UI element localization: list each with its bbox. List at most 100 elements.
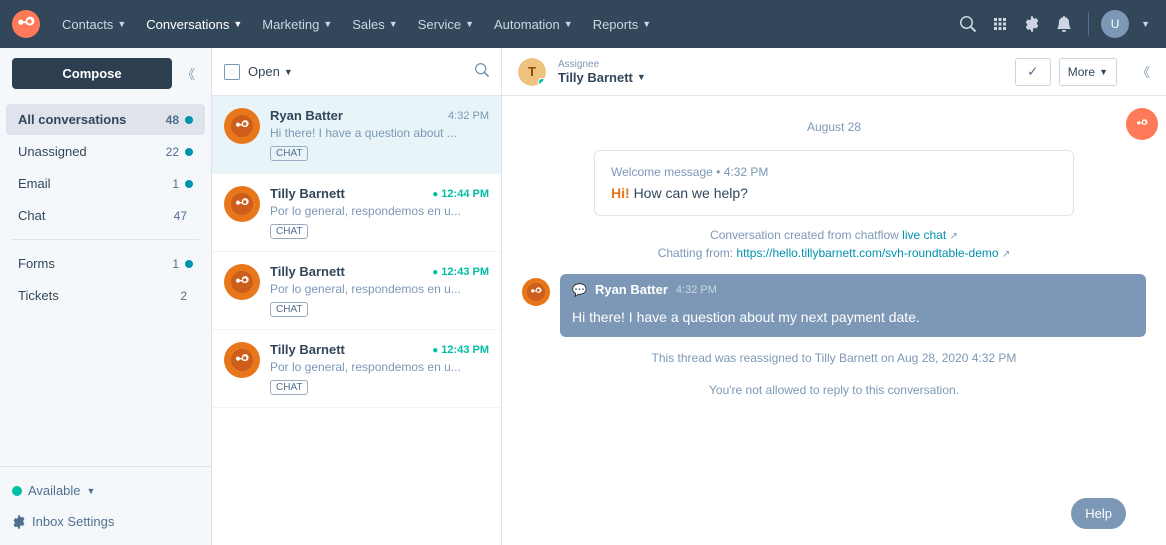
sidebar-item-all-conversations[interactable]: All conversations 48 — [6, 104, 205, 135]
external-link-icon: ↗ — [950, 231, 958, 242]
chat-collapse-icon[interactable]: 《 — [1137, 62, 1150, 81]
conv-item-conv2[interactable]: Tilly Barnett ●12:44 PM Por lo general, … — [212, 174, 501, 252]
sidebar-label: Chat — [18, 208, 174, 223]
available-chevron-icon: ▼ — [87, 486, 96, 496]
sidebar-divider — [12, 239, 199, 240]
compose-area: Compose 《 — [0, 48, 211, 99]
nav-item-label-sales: Sales — [352, 17, 385, 32]
check-button[interactable]: ✓ — [1015, 58, 1051, 86]
welcome-text: Hi! How can we help? — [611, 185, 1057, 201]
inbox-settings-link[interactable]: Inbox Settings — [12, 508, 199, 535]
filter-open-button[interactable]: Open ▼ — [248, 64, 293, 79]
msg-time: 4:32 PM — [676, 284, 717, 296]
hs-side-logo[interactable] — [1126, 108, 1158, 140]
welcome-hi: Hi! — [611, 185, 630, 201]
sidebar-count: 22 — [166, 145, 179, 159]
available-status[interactable]: Available ▼ — [12, 477, 199, 504]
meta-prefix: Conversation created from chatflow — [710, 228, 899, 242]
conv-item-conv3[interactable]: Tilly Barnett ●12:43 PM Por lo general, … — [212, 252, 501, 330]
sidebar-notification-dot — [185, 180, 193, 188]
nav-divider — [1088, 12, 1089, 36]
conv-avatar — [224, 108, 260, 144]
conv-avatar — [224, 342, 260, 378]
conv-tag: CHAT — [270, 380, 308, 395]
assignee-name-text: Tilly Barnett — [558, 70, 633, 85]
nav-item-automation[interactable]: Automation▼ — [484, 0, 583, 48]
sidebar-bottom: Available ▼ Inbox Settings — [0, 466, 211, 545]
compose-button[interactable]: Compose — [12, 58, 172, 89]
conv-tag: CHAT — [270, 224, 308, 239]
marketplace-icon[interactable] — [988, 12, 1012, 36]
nav-item-marketing[interactable]: Marketing▼ — [252, 0, 342, 48]
live-chat-link[interactable]: live chat — [902, 228, 946, 242]
msg-body: Hi there! I have a question about my nex… — [560, 303, 1146, 337]
conv-content: Tilly Barnett ●12:44 PM Por lo general, … — [270, 186, 489, 239]
date-divider: August 28 — [522, 120, 1146, 134]
sidebar-collapse-icon[interactable]: 《 — [178, 60, 199, 87]
conv-search-icon[interactable] — [475, 63, 489, 80]
nav-item-service[interactable]: Service▼ — [408, 0, 484, 48]
assignee-name-button[interactable]: Tilly Barnett ▼ — [558, 70, 646, 85]
filter-chevron-icon: ▼ — [284, 67, 293, 77]
settings-icon[interactable] — [1020, 12, 1044, 36]
nav-chevron-icon-conversations: ▼ — [233, 19, 242, 29]
nav-item-contacts[interactable]: Contacts▼ — [52, 0, 136, 48]
conv-preview: Hi there! I have a question about ... — [270, 126, 489, 140]
hubspot-logo[interactable] — [12, 10, 40, 38]
sidebar-label: Unassigned — [18, 144, 166, 159]
conv-name: Tilly Barnett — [270, 264, 345, 279]
nav-item-label-marketing: Marketing — [262, 17, 319, 32]
conv-header-row: Tilly Barnett ●12:43 PM — [270, 264, 489, 279]
msg-header: 💬 Ryan Batter 4:32 PM — [560, 274, 1146, 303]
sidebar-label: Forms — [18, 256, 172, 271]
sidebar-notification-dot — [185, 116, 193, 124]
notifications-icon[interactable] — [1052, 12, 1076, 36]
conv-tag: CHAT — [270, 146, 308, 161]
top-nav: Contacts▼Conversations▼Marketing▼Sales▼S… — [0, 0, 1166, 48]
conv-name: Tilly Barnett — [270, 186, 345, 201]
conv-avatar — [224, 264, 260, 300]
conv-items: Ryan Batter 4:32 PM Hi there! I have a q… — [212, 96, 501, 545]
select-all-checkbox[interactable] — [224, 64, 240, 80]
nav-items: Contacts▼Conversations▼Marketing▼Sales▼S… — [52, 0, 661, 48]
chat-header: T Assignee Tilly Barnett ▼ ✓ More ▼ 《 — [502, 48, 1166, 96]
search-nav-icon[interactable] — [956, 12, 980, 36]
conv-tag: CHAT — [270, 302, 308, 317]
conv-time: 4:32 PM — [448, 110, 489, 122]
url-external-link-icon: ↗ — [1002, 249, 1010, 260]
chatting-from-url[interactable]: https://hello.tillybarnett.com/svh-round… — [736, 246, 998, 260]
more-chevron-icon: ▼ — [1099, 67, 1108, 77]
message-row: 💬 Ryan Batter 4:32 PM Hi there! I have a… — [522, 274, 1146, 337]
conv-header-row: Tilly Barnett ●12:43 PM — [270, 342, 489, 357]
nav-chevron-icon-automation: ▼ — [564, 19, 573, 29]
conversation-list: Open ▼ Ryan Batter 4:32 PM Hi there! I h… — [212, 48, 502, 545]
conv-item-conv1[interactable]: Ryan Batter 4:32 PM Hi there! I have a q… — [212, 96, 501, 174]
msg-avatar — [522, 278, 550, 306]
sidebar-item-forms[interactable]: Forms 1 — [6, 248, 205, 279]
sidebar-notification-dot — [185, 148, 193, 156]
sidebar-label: All conversations — [18, 112, 166, 127]
conv-preview: Por lo general, respondemos en u... — [270, 360, 489, 374]
chat-meta-url: Chatting from: https://hello.tillybarnet… — [522, 246, 1146, 260]
conv-content: Ryan Batter 4:32 PM Hi there! I have a q… — [270, 108, 489, 161]
sidebar-item-email[interactable]: Email 1 — [6, 168, 205, 199]
available-label: Available — [28, 483, 81, 498]
nav-item-reports[interactable]: Reports▼ — [583, 0, 661, 48]
nav-item-label-contacts: Contacts — [62, 17, 113, 32]
conv-item-conv4[interactable]: Tilly Barnett ●12:43 PM Por lo general, … — [212, 330, 501, 408]
sidebar-item-chat[interactable]: Chat 47 — [6, 200, 205, 231]
sidebar-item-unassigned[interactable]: Unassigned 22 — [6, 136, 205, 167]
nav-item-conversations[interactable]: Conversations▼ — [136, 0, 252, 48]
nav-item-sales[interactable]: Sales▼ — [342, 0, 407, 48]
conv-preview: Por lo general, respondemos en u... — [270, 282, 489, 296]
chat-main: T Assignee Tilly Barnett ▼ ✓ More ▼ 《 Au… — [502, 48, 1166, 545]
sidebar-item-tickets[interactable]: Tickets 2 — [6, 280, 205, 311]
inbox-settings-label: Inbox Settings — [32, 514, 114, 529]
user-avatar[interactable]: U — [1101, 10, 1129, 38]
more-button[interactable]: More ▼ — [1059, 58, 1117, 86]
help-button[interactable]: Help — [1071, 498, 1126, 529]
msg-bubble: 💬 Ryan Batter 4:32 PM Hi there! I have a… — [560, 274, 1146, 337]
account-chevron-icon[interactable]: ▼ — [1137, 15, 1154, 33]
nav-chevron-icon-service: ▼ — [465, 19, 474, 29]
chat-body: August 28 Welcome message • 4:32 PM Hi! … — [502, 96, 1166, 545]
